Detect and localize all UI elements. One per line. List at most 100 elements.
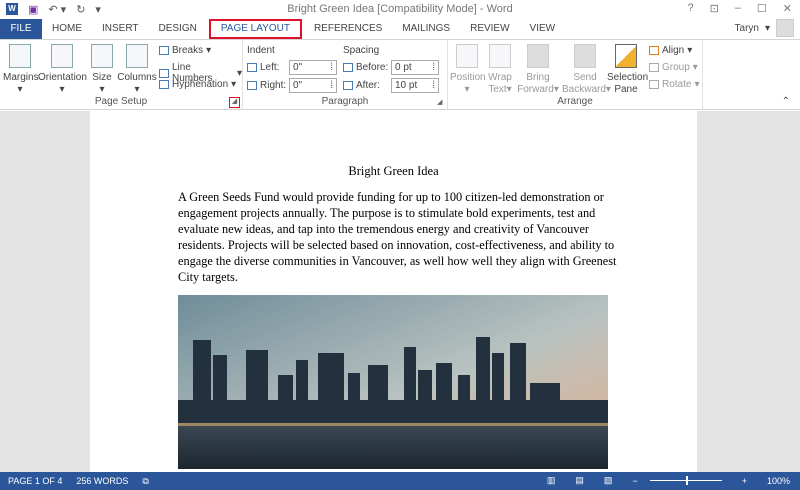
tab-page-layout[interactable]: PAGE LAYOUT	[208, 19, 302, 39]
backward-label: Backward	[562, 84, 606, 95]
paragraph-label: Paragraph	[321, 96, 369, 107]
position-icon	[456, 44, 478, 68]
arrange-group: Position ▾ Wrap Text▾ Bring Forward▾ Send Ba…	[448, 40, 703, 110]
send-label: Send	[573, 72, 597, 83]
tab-file[interactable]: FILE	[0, 19, 42, 39]
size-icon	[91, 44, 113, 68]
margins-label: Margins	[3, 72, 39, 83]
document-title: Bright Green Idea	[348, 164, 439, 178]
minimize-icon[interactable]: –	[735, 2, 741, 15]
rotate-label: Rotate	[662, 79, 692, 90]
spacing-after-icon	[343, 81, 353, 90]
spacing-after-label: After:	[356, 80, 380, 91]
breaks-button[interactable]: Breaks ▾	[159, 45, 211, 56]
spacing-after-input[interactable]: 10 pt	[391, 78, 439, 93]
rotate-icon	[649, 80, 659, 89]
tab-mailings[interactable]: MAILINGS	[392, 19, 460, 39]
indent-left-label: Left:	[260, 62, 280, 73]
collapse-ribbon-icon[interactable]: ⌃	[782, 96, 790, 107]
align-label: Align	[662, 45, 685, 56]
spacing-before-input[interactable]: 0 pt	[391, 60, 439, 75]
pane-label: Pane	[614, 84, 638, 95]
user-name: Taryn	[734, 22, 759, 34]
spacing-before-label: Before:	[356, 62, 389, 73]
spacing-heading: Spacing	[343, 45, 380, 56]
word-count[interactable]: 256 WORDS	[76, 476, 128, 486]
size-button[interactable]: Size ▾	[90, 44, 114, 96]
rotate-button[interactable]: Rotate ▾	[649, 79, 700, 90]
indent-left-icon	[247, 63, 257, 72]
wrap-text-label: Text	[488, 84, 507, 95]
send-backward-button[interactable]: Send Backward▾	[562, 44, 611, 96]
wrap-label: Wrap	[488, 72, 512, 83]
tab-references[interactable]: REFERENCES	[304, 19, 392, 39]
page-setup-label: Page Setup	[94, 96, 148, 107]
hyphenation-icon	[159, 80, 169, 89]
position-label: Position	[450, 72, 486, 83]
tab-home[interactable]: HOME	[42, 19, 92, 39]
status-bar: PAGE 1 OF 4 256 WORDS ⧉ ▥ ▤ ▧ − + 100%	[0, 472, 800, 490]
title-bar: W ▣ ↶ ▾ ↻ ▾ Bright Green Idea [Compatibi…	[0, 0, 800, 18]
columns-label: Columns	[117, 72, 157, 83]
wrap-text-icon	[489, 44, 511, 68]
align-button[interactable]: Align ▾	[649, 45, 692, 56]
help-button[interactable]: ?	[687, 2, 693, 15]
send-backward-icon	[574, 44, 596, 68]
bring-label: Bring	[526, 72, 550, 83]
tab-design[interactable]: DESIGN	[149, 19, 207, 39]
columns-button[interactable]: Columns ▾	[117, 44, 157, 96]
zoom-slider[interactable]	[649, 476, 722, 485]
user-account[interactable]: Taryn ▾	[735, 19, 794, 37]
tab-insert[interactable]: INSERT	[92, 19, 149, 39]
selection-pane-icon	[615, 44, 637, 68]
indent-heading: Indent	[247, 45, 275, 56]
zoom-level[interactable]: 100%	[767, 476, 790, 486]
hyphenation-button[interactable]: Hyphenation ▾	[159, 79, 236, 90]
document-paragraph: A Green Seeds Fund would provide funding…	[178, 190, 617, 284]
document-area: Bright Green Idea A Green Seeds Fund wou…	[0, 111, 800, 472]
zoom-in-icon[interactable]: +	[742, 476, 747, 486]
paragraph-group: Indent Left: 0" Right:0" Spacing Before:0…	[243, 40, 448, 110]
selection-pane-button[interactable]: Selection Pane	[607, 44, 649, 96]
spacing-before-icon	[343, 63, 353, 72]
orientation-label: Orientation	[38, 72, 87, 83]
indent-left-input[interactable]: 0"	[289, 60, 337, 75]
align-icon	[649, 46, 659, 55]
paragraph-launcher-icon[interactable]: ◢	[437, 98, 442, 106]
page-count[interactable]: PAGE 1 OF 4	[8, 476, 62, 486]
city-skyline-image[interactable]	[178, 295, 608, 469]
tab-view[interactable]: VIEW	[520, 19, 566, 39]
wrap-text-button[interactable]: Wrap Text▾	[486, 44, 514, 96]
margins-button[interactable]: Margins ▾	[3, 44, 39, 96]
indent-right-input[interactable]: 0"	[289, 78, 337, 93]
ribbon: Margins ▾ Orientation ▾ Size ▾ Columns ▾ Bre…	[0, 39, 800, 110]
indent-right-label: Right:	[260, 80, 287, 91]
selection-label: Selection	[607, 72, 649, 83]
print-layout-icon[interactable]: ▤	[575, 475, 584, 486]
page-setup-launcher-icon[interactable]: ◢	[229, 97, 240, 108]
columns-icon	[126, 44, 148, 68]
ribbon-display-icon[interactable]: ⊡	[710, 2, 719, 15]
read-mode-icon[interactable]: ▥	[547, 475, 556, 486]
indent-right-icon	[247, 81, 257, 90]
group-button[interactable]: Group ▾	[649, 62, 698, 73]
web-layout-icon[interactable]: ▧	[604, 475, 613, 486]
zoom-out-icon[interactable]: −	[632, 476, 637, 486]
group-icon	[649, 63, 659, 72]
tab-review[interactable]: REVIEW	[460, 19, 519, 39]
orientation-button[interactable]: Orientation ▾	[38, 44, 87, 96]
maximize-icon[interactable]: ☐	[757, 2, 767, 15]
document-page[interactable]: Bright Green Idea A Green Seeds Fund wou…	[90, 111, 697, 472]
arrange-label: Arrange	[557, 96, 593, 107]
line-numbers-icon	[159, 68, 169, 78]
breaks-icon	[159, 46, 169, 55]
close-icon[interactable]: ✕	[783, 2, 792, 15]
hyphenation-label: Hyphenation	[172, 79, 229, 90]
bring-forward-button[interactable]: Bring Forward▾	[516, 44, 560, 96]
window-title: Bright Green Idea [Compatibility Mode] -…	[287, 3, 513, 15]
breaks-label: Breaks	[172, 45, 204, 56]
proofing-icon[interactable]: ⧉	[142, 476, 148, 487]
position-button[interactable]: Position ▾	[450, 44, 486, 96]
forward-label: Forward	[517, 84, 554, 95]
bring-forward-icon	[527, 44, 549, 68]
